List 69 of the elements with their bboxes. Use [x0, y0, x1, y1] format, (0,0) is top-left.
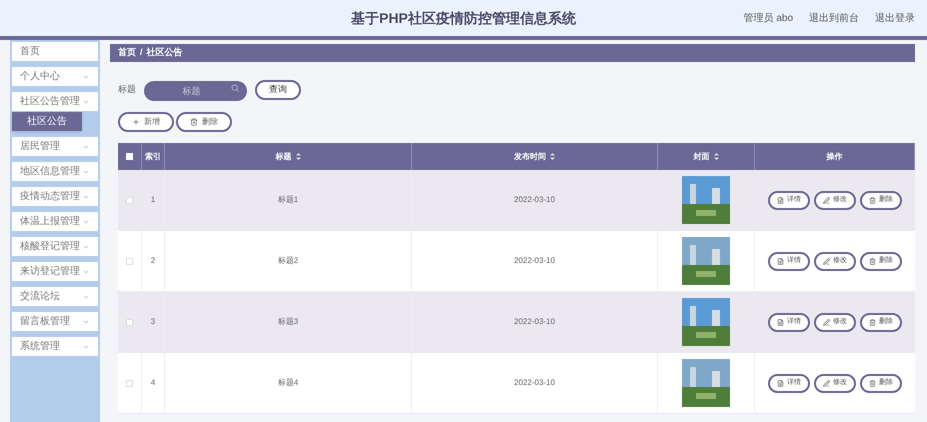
delete-button[interactable]: 删除 — [176, 112, 232, 132]
trash-icon — [869, 380, 876, 386]
pen-icon — [823, 380, 830, 386]
sort-icon[interactable] — [550, 153, 555, 160]
date-cell: 2022-03-10 — [514, 316, 555, 328]
document-icon — [777, 318, 784, 326]
index-cell: 3 — [150, 316, 156, 328]
pen-icon — [823, 258, 830, 264]
plus-icon — [132, 118, 140, 126]
pen-icon — [823, 318, 830, 326]
date-cell: 2022-03-10 — [514, 377, 555, 389]
checkbox[interactable] — [126, 196, 133, 204]
user-label: 管理员 abo — [744, 12, 794, 26]
sort-icon[interactable] — [296, 153, 300, 160]
menu-item[interactable]: 核酸登记管理 — [12, 237, 98, 256]
breadcrumb-link[interactable]: 首页 — [118, 46, 136, 60]
search-icon — [231, 84, 239, 92]
submenu-item[interactable]: 社区公告 — [12, 112, 82, 131]
menu-item[interactable]: 交流论坛 — [12, 287, 98, 306]
checkbox[interactable] — [126, 318, 133, 326]
index-cell: 2 — [150, 255, 156, 267]
sort-icon[interactable] — [714, 153, 718, 160]
column-header[interactable]: 操作 — [826, 150, 842, 162]
menu-item[interactable]: 留言板管理 — [12, 312, 98, 331]
menu-item[interactable]: 社区公告管理 — [12, 92, 98, 111]
column-header[interactable]: 封面 — [694, 150, 710, 162]
title-cell: 标题3 — [278, 316, 298, 328]
trash-icon — [190, 118, 198, 126]
pen-icon — [823, 196, 830, 204]
column-header[interactable]: 标题 — [276, 150, 292, 162]
title-cell: 标题1 — [278, 194, 298, 206]
menu-item[interactable]: 来访登记管理 — [12, 262, 98, 281]
breadcrumb-link[interactable]: 社区公告 — [146, 46, 183, 60]
search-field[interactable]: 标题 — [144, 81, 247, 101]
document-icon — [777, 258, 784, 264]
checkbox[interactable] — [126, 380, 133, 386]
title-cell: 标题4 — [278, 377, 298, 389]
header-link[interactable]: 退出到前台 — [809, 10, 860, 26]
breadcrumb-separator: / — [140, 46, 143, 60]
document-icon — [777, 196, 784, 204]
date-cell: 2022-03-10 — [514, 194, 555, 206]
index-cell: 4 — [150, 377, 156, 389]
photo-placeholder — [682, 359, 730, 407]
trash-icon — [869, 318, 876, 326]
app-title: 基于PHP社区疫情防控管理信息系统 — [351, 8, 576, 28]
photo-placeholder — [682, 298, 730, 346]
trash-icon — [869, 196, 876, 204]
photo-placeholder — [682, 176, 730, 224]
title-cell: 标题2 — [278, 255, 298, 267]
menu-item[interactable]: 居民管理 — [12, 137, 98, 156]
date-cell: 2022-03-10 — [514, 255, 555, 267]
menu-item[interactable]: 首页 — [12, 42, 98, 61]
header-link[interactable]: 退出登录 — [875, 10, 916, 26]
menu-item[interactable]: 系统管理 — [12, 337, 98, 356]
checkbox[interactable] — [126, 153, 133, 160]
index-cell: 1 — [150, 194, 156, 206]
column-header[interactable]: 索引 — [145, 150, 161, 162]
menu-item[interactable]: 疫情动态管理 — [12, 187, 98, 206]
document-icon — [777, 380, 784, 386]
search-label: 标题 — [118, 83, 136, 96]
trash-icon — [869, 258, 876, 264]
search-button[interactable]: 查询 — [255, 80, 301, 100]
menu-item[interactable]: 个人中心 — [12, 67, 98, 86]
menu-item[interactable]: 地区信息管理 — [12, 162, 98, 181]
menu-item[interactable]: 体温上报管理 — [12, 212, 98, 231]
checkbox[interactable] — [126, 258, 133, 264]
photo-placeholder — [682, 237, 730, 285]
add-button[interactable]: 新增 — [118, 112, 174, 132]
column-header[interactable]: 发布时间 — [514, 150, 546, 162]
